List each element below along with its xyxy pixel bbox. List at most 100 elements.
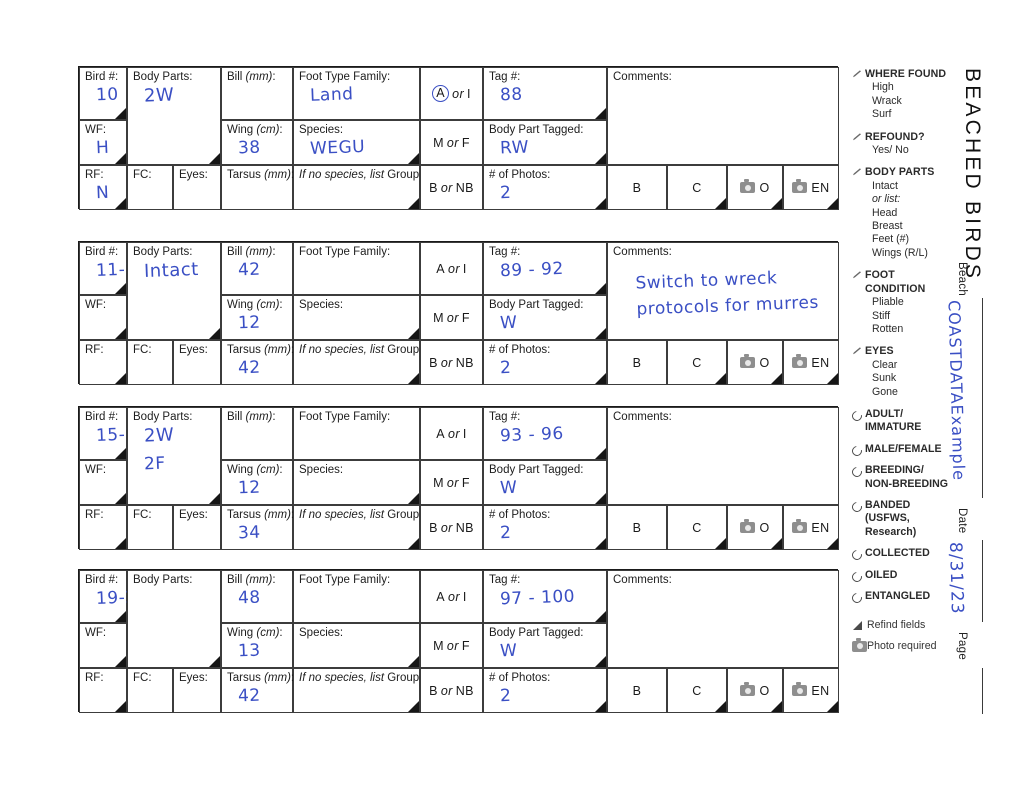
bird-number-field[interactable]: Bird #: 19-22 [79, 570, 148, 623]
body-part-tagged-field[interactable]: Body Part Tagged: W [483, 623, 607, 668]
bird-number-field[interactable]: Bird #: 15-18 [79, 407, 148, 460]
eyes-field[interactable]: Eyes: [173, 340, 221, 385]
breeding-cell[interactable]: B or NB [420, 505, 483, 550]
foot-type-family-field[interactable]: Foot Type Family: [293, 242, 420, 295]
species-field[interactable]: Species: [293, 295, 420, 340]
entangled-button[interactable]: EN [783, 165, 839, 210]
banded-button[interactable]: B [607, 505, 667, 550]
age-adult-circled[interactable]: A [432, 85, 450, 102]
photo-count-field[interactable]: # of Photos: 2 [483, 165, 607, 210]
photo-count-field[interactable]: # of Photos: 2 [483, 340, 607, 385]
legend-option[interactable]: ADULT/IMMATURE [850, 408, 956, 435]
foot-condition-field[interactable]: FC: [127, 340, 173, 385]
eyes-field[interactable]: Eyes: [173, 505, 221, 550]
oiled-button[interactable]: O [727, 165, 783, 210]
tag-number-field[interactable]: Tag #: 89 - 92 [483, 242, 607, 295]
tag-number-field[interactable]: Tag #: 97 - 100 [483, 570, 607, 623]
age-class-cell[interactable]: A or I [420, 242, 483, 295]
body-parts-field[interactable]: Body Parts: 2W [127, 67, 221, 165]
oiled-button[interactable]: O [727, 340, 783, 385]
wing-foul-field[interactable]: WF: [79, 623, 127, 668]
bird-number-field[interactable]: Bird #: 10 [79, 67, 127, 120]
wing-field[interactable]: Wing (cm): 12 [221, 295, 293, 340]
refound-field[interactable]: RF: [79, 505, 127, 550]
banded-button[interactable]: B [607, 165, 667, 210]
entangled-button[interactable]: EN [783, 668, 839, 713]
refound-field[interactable]: RF: [79, 668, 127, 713]
bill-field[interactable]: Bill (mm): 42 [221, 242, 293, 295]
comments-field[interactable]: Comments: Switch to wreck protocols for m… [607, 242, 839, 340]
collected-button[interactable]: C [667, 165, 727, 210]
bill-field[interactable]: Bill (mm): [221, 407, 293, 460]
tarsus-field[interactable]: Tarsus (mm):42 [221, 668, 294, 713]
collected-button[interactable]: C [667, 505, 727, 550]
legend-option[interactable]: OILED [850, 569, 956, 584]
foot-type-family-field[interactable]: Foot Type Family: Land [293, 67, 420, 120]
sex-cell[interactable]: M or F [420, 460, 483, 505]
body-part-tagged-field[interactable]: Body Part Tagged: W [483, 460, 607, 505]
body-parts-field[interactable]: Body Parts: 2W 2F [127, 407, 221, 505]
sex-cell[interactable]: M or F [420, 623, 483, 668]
wing-field[interactable]: Wing (cm): 12 [221, 460, 293, 505]
foot-condition-field[interactable]: FC: [127, 505, 173, 550]
eyes-field[interactable]: Eyes: [173, 165, 221, 210]
group-field[interactable]: If no species, list Group: [293, 165, 422, 210]
sex-cell[interactable]: M or F [420, 120, 483, 165]
bird-number-field[interactable]: Bird #: 11-14 [79, 242, 148, 295]
species-field[interactable]: Species: WEGU [293, 120, 420, 165]
bill-field[interactable]: Bill (mm): [221, 67, 293, 120]
collected-button[interactable]: C [667, 668, 727, 713]
comments-field[interactable]: Comments: [607, 407, 839, 505]
tarsus-field[interactable]: Tarsus (mm): [221, 165, 294, 210]
eyes-field[interactable]: Eyes: [173, 668, 221, 713]
tag-number-field[interactable]: Tag #: 88 [483, 67, 607, 120]
group-field[interactable]: If no species, list Group: [293, 668, 422, 713]
species-field[interactable]: Species: [293, 623, 420, 668]
banded-button[interactable]: B [607, 340, 667, 385]
wing-foul-field[interactable]: WF: H [79, 120, 127, 165]
foot-condition-field[interactable]: FC: [127, 165, 173, 210]
breeding-cell[interactable]: B or NB [420, 165, 483, 210]
wing-foul-field[interactable]: WF: [79, 460, 127, 505]
species-field[interactable]: Species: [293, 460, 420, 505]
legend-option[interactable]: COLLECTED [850, 547, 956, 563]
entangled-button[interactable]: EN [783, 505, 839, 550]
legend-option[interactable]: ENTANGLED [850, 590, 956, 605]
comments-field[interactable]: Comments: [607, 67, 839, 165]
age-class-cell[interactable]: Aor I [420, 67, 483, 120]
legend-option[interactable]: BREEDING/NON-BREEDING [850, 464, 956, 491]
collected-button[interactable]: C [667, 340, 727, 385]
foot-condition-field[interactable]: FC: [127, 668, 173, 713]
age-class-cell[interactable]: A or I [420, 407, 483, 460]
foot-type-family-field[interactable]: Foot Type Family: [293, 570, 420, 623]
sex-cell[interactable]: M or F [420, 295, 483, 340]
bill-field[interactable]: Bill (mm): 48 [221, 570, 293, 623]
breeding-cell[interactable]: B or NB [420, 340, 483, 385]
wing-field[interactable]: Wing (cm): 38 [221, 120, 293, 165]
entangled-button[interactable]: EN [783, 340, 839, 385]
body-part-tagged-field[interactable]: Body Part Tagged: RW [483, 120, 607, 165]
comments-field[interactable]: Comments: [607, 570, 839, 668]
wing-field[interactable]: Wing (cm): 13 [221, 623, 293, 668]
photo-count-field[interactable]: # of Photos: 2 [483, 505, 607, 550]
breeding-cell[interactable]: B or NB [420, 668, 483, 713]
oiled-button[interactable]: O [727, 505, 783, 550]
banded-button[interactable]: B [607, 668, 667, 713]
legend-option[interactable]: BANDED (USFWS, Research) [850, 499, 956, 539]
body-parts-field[interactable]: Body Parts: [127, 570, 221, 668]
foot-type-family-field[interactable]: Foot Type Family: [293, 407, 420, 460]
tag-number-field[interactable]: Tag #: 93 - 96 [483, 407, 607, 460]
legend-option[interactable]: MALE/FEMALE [850, 443, 956, 458]
tarsus-field[interactable]: Tarsus (mm):34 [221, 505, 294, 550]
refound-field[interactable]: RF: [79, 340, 127, 385]
group-field[interactable]: If no species, list Group: [293, 340, 422, 385]
group-field[interactable]: If no species, list Group: [293, 505, 422, 550]
oiled-button[interactable]: O [727, 668, 783, 713]
refound-field[interactable]: RF: N [79, 165, 127, 210]
age-class-cell[interactable]: A or I [420, 570, 483, 623]
wing-foul-field[interactable]: WF: [79, 295, 127, 340]
body-part-tagged-field[interactable]: Body Part Tagged: W [483, 295, 607, 340]
photo-count-field[interactable]: # of Photos: 2 [483, 668, 607, 713]
tarsus-field[interactable]: Tarsus (mm):42 [221, 340, 294, 385]
body-parts-field[interactable]: Body Parts: Intact [127, 242, 221, 340]
